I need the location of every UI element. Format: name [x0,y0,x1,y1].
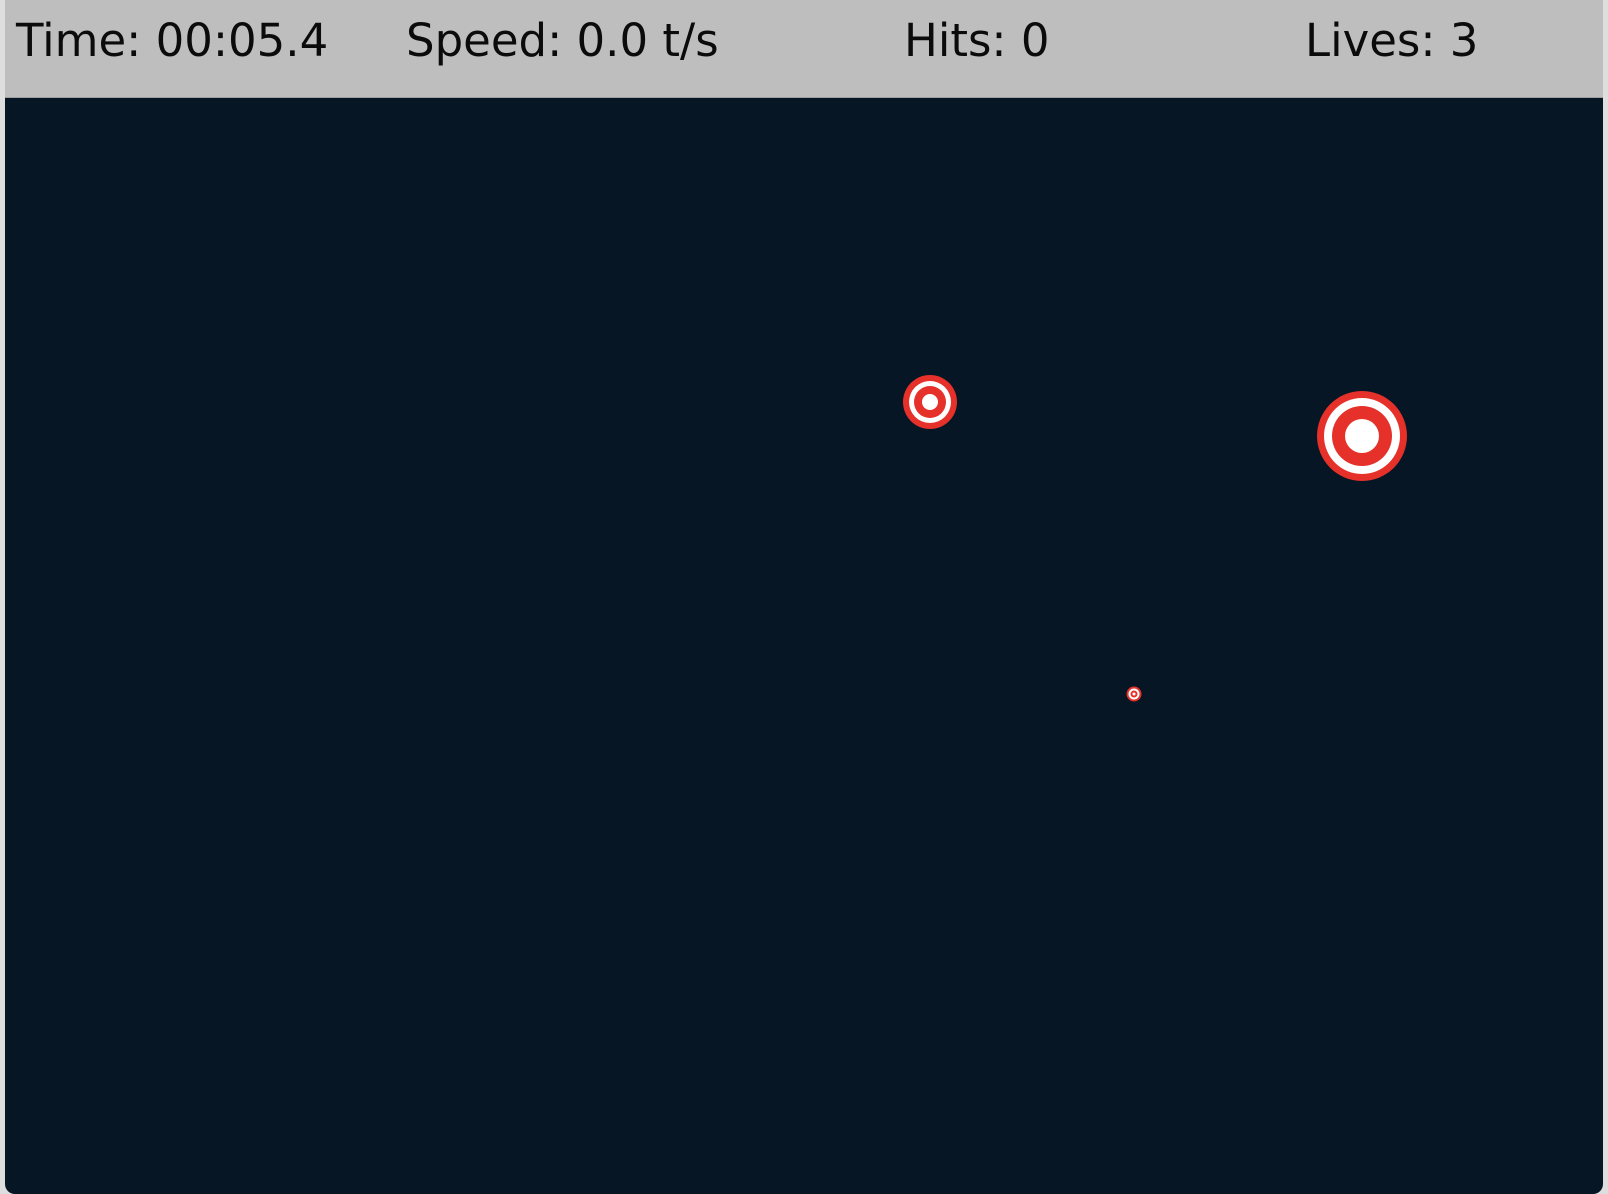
target-small[interactable] [1126,686,1142,702]
target-large[interactable] [1316,390,1408,482]
target-medium[interactable] [902,374,958,430]
game-window: Time: 00:05.4 Speed: 0.0 t/s Hits: 0 Liv… [5,0,1603,1194]
bullseye-icon [903,375,957,429]
hits-counter: Hits: 0 [904,14,1050,67]
time-readout: Time: 00:05.4 [16,14,329,67]
hud-bar: Time: 00:05.4 Speed: 0.0 t/s Hits: 0 Liv… [5,0,1603,98]
lives-counter: Lives: 3 [1305,14,1479,67]
speed-readout: Speed: 0.0 t/s [406,14,719,67]
playfield[interactable] [5,97,1603,1194]
bullseye-icon [1126,686,1142,702]
bullseye-icon [1317,391,1407,481]
